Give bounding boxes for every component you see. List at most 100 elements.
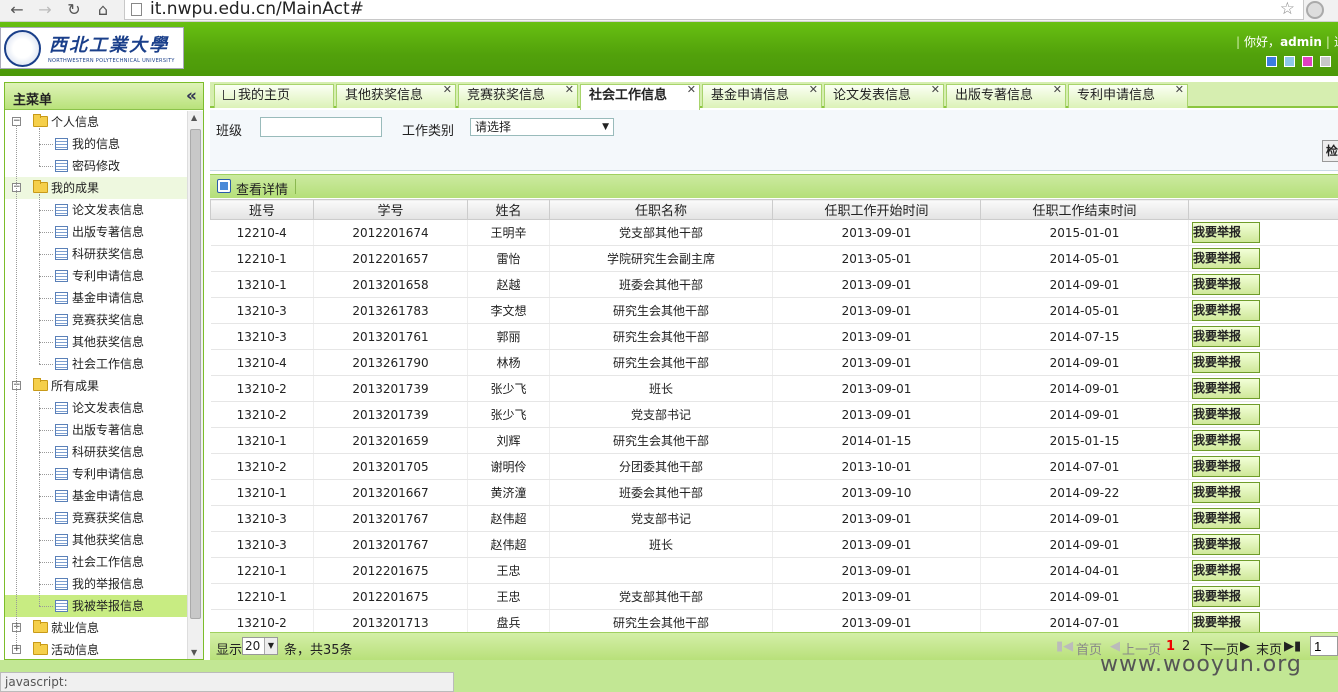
back-icon[interactable]: ← [6, 0, 28, 20]
sidebar-item[interactable]: 出版专著信息 [5, 419, 188, 441]
table-row[interactable]: 13210-2 2013201739 张少飞 党支部书记 2013-09-01 2014-… [210, 401, 1338, 428]
sidebar-group[interactable]: − 我的成果 [5, 177, 188, 199]
report-button[interactable]: 我要举报 [1192, 326, 1260, 347]
report-button[interactable]: 我要举报 [1192, 612, 1260, 632]
url-text[interactable]: it.nwpu.edu.cn/MainAct# [150, 0, 364, 18]
report-button[interactable]: 我要举报 [1192, 456, 1260, 477]
column-header[interactable] [1188, 199, 1338, 220]
scroll-down-icon[interactable]: ▼ [191, 648, 197, 657]
report-button[interactable]: 我要举报 [1192, 560, 1260, 581]
table-row[interactable]: 13210-3 2013261783 李文想 研究生会其他干部 2013-09-01 20… [210, 297, 1338, 324]
table-row[interactable]: 13210-3 2013201761 郭丽 研究生会其他干部 2013-09-01 201… [210, 323, 1338, 350]
sidebar-item[interactable]: 我的举报信息 [5, 573, 188, 595]
table-row[interactable]: 13210-2 2013201705 谢明伶 分团委其他干部 2013-10-01 201… [210, 453, 1338, 480]
globe-icon[interactable] [1306, 1, 1324, 19]
theme-swatch[interactable] [1284, 56, 1295, 67]
tab-3[interactable]: 社会工作信息 ✕ [580, 83, 700, 110]
table-row[interactable]: 13210-1 2013201659 刘辉 研究生会其他干部 2014-01-15 201… [210, 427, 1338, 454]
goto-page-input[interactable] [1310, 636, 1338, 656]
column-header[interactable]: 班号 [210, 199, 314, 220]
theme-swatch[interactable] [1320, 56, 1331, 67]
sidebar-group[interactable]: − 个人信息 [5, 111, 188, 133]
table-row[interactable]: 13210-3 2013201767 赵伟超 班长 2013-09-01 2014-09-… [210, 531, 1338, 558]
report-button[interactable]: 我要举报 [1192, 404, 1260, 425]
tab-1[interactable]: 其他获奖信息 ✕ [336, 83, 456, 108]
tab-5[interactable]: 论文发表信息 ✕ [824, 83, 944, 108]
collapse-sidebar-icon[interactable]: « [186, 86, 197, 106]
scroll-up-icon[interactable]: ▲ [191, 113, 197, 122]
sidebar-item[interactable]: 其他获奖信息 [5, 331, 188, 353]
sidebar-group[interactable]: + 活动信息 [5, 639, 188, 659]
forward-icon[interactable]: → [34, 0, 56, 20]
table-row[interactable]: 13210-1 2013201658 赵越 班委会其他干部 2013-09-01 2014… [210, 271, 1338, 298]
first-page-icon[interactable]: ▮◀ [1056, 639, 1073, 654]
theme-swatch[interactable] [1302, 56, 1313, 67]
tab-0[interactable]: 我的主页 [214, 84, 334, 108]
sidebar-item[interactable]: 科研获奖信息 [5, 441, 188, 463]
view-detail-button[interactable]: 查看详情 [236, 179, 288, 198]
expand-icon[interactable]: + [12, 645, 21, 654]
tab-4[interactable]: 基金申请信息 ✕ [702, 83, 822, 108]
sidebar-item[interactable]: 论文发表信息 [5, 397, 188, 419]
tab-2[interactable]: 竞赛获奖信息 ✕ [458, 83, 578, 108]
sidebar-item[interactable]: 基金申请信息 [5, 287, 188, 309]
table-row[interactable]: 13210-2 2013201739 张少飞 班长 2013-09-01 2014-09-… [210, 375, 1338, 402]
table-row[interactable]: 13210-4 2013261790 林杨 研究生会其他干部 2013-09-01 201… [210, 349, 1338, 376]
sidebar-scrollbar[interactable]: ▲ ▼ [187, 111, 203, 659]
report-button[interactable]: 我要举报 [1192, 248, 1260, 269]
close-icon[interactable]: ✕ [1053, 79, 1062, 101]
home-icon[interactable]: ⌂ [92, 0, 114, 20]
close-icon[interactable]: ✕ [931, 79, 940, 101]
report-button[interactable]: 我要举报 [1192, 222, 1260, 243]
reload-icon[interactable]: ↻ [63, 0, 85, 20]
report-button[interactable]: 我要举报 [1192, 378, 1260, 399]
table-row[interactable]: 12210-1 2012201657 雷怡 学院研究生会副主席 2013-05-01 20… [210, 245, 1338, 272]
sidebar-item[interactable]: 其他获奖信息 [5, 529, 188, 551]
table-row[interactable]: 13210-1 2013201667 黄济潼 班委会其他干部 2013-09-10 201… [210, 479, 1338, 506]
report-button[interactable]: 我要举报 [1192, 534, 1260, 555]
column-header[interactable]: 任职工作开始时间 [772, 199, 981, 220]
detail-icon[interactable] [217, 179, 231, 193]
close-icon[interactable]: ✕ [687, 79, 696, 101]
scrollbar-thumb[interactable] [190, 129, 201, 619]
column-header[interactable]: 任职工作结束时间 [980, 199, 1189, 220]
page-size-select[interactable]: 20 ▼ [242, 637, 278, 655]
table-row[interactable]: 12210-1 2012201675 王忠 党支部其他干部 2013-09-01 2014… [210, 583, 1338, 610]
table-row[interactable]: 12210-1 2012201675 王忠 2013-09-01 2014-04-01 我… [210, 557, 1338, 584]
class-input[interactable] [260, 117, 382, 137]
sidebar-item[interactable]: 我被举报信息 [5, 595, 188, 617]
tab-7[interactable]: 专利申请信息 ✕ [1068, 83, 1188, 108]
close-icon[interactable]: ✕ [1175, 79, 1184, 101]
report-button[interactable]: 我要举报 [1192, 482, 1260, 503]
sidebar-item[interactable]: 专利申请信息 [5, 265, 188, 287]
sidebar-item[interactable]: 基金申请信息 [5, 485, 188, 507]
sidebar-item[interactable]: 社会工作信息 [5, 551, 188, 573]
sidebar-item[interactable]: 竞赛获奖信息 [5, 309, 188, 331]
sidebar-group[interactable]: + 就业信息 [5, 617, 188, 639]
search-button[interactable]: 检 [1322, 140, 1338, 162]
table-row[interactable]: 13210-3 2013201767 赵伟超 党支部书记 2013-09-01 2014-… [210, 505, 1338, 532]
column-header[interactable]: 任职名称 [549, 199, 773, 220]
table-row[interactable]: 13210-2 2013201713 盘兵 研究生会其他干部 2013-09-01 201… [210, 609, 1338, 632]
report-button[interactable]: 我要举报 [1192, 300, 1260, 321]
sidebar-item[interactable]: 科研获奖信息 [5, 243, 188, 265]
sidebar-item[interactable]: 论文发表信息 [5, 199, 188, 221]
sidebar-item[interactable]: 密码修改 [5, 155, 188, 177]
report-button[interactable]: 我要举报 [1192, 274, 1260, 295]
address-bar[interactable]: it.nwpu.edu.cn/MainAct# ☆ [124, 0, 1304, 20]
sidebar-item[interactable]: 专利申请信息 [5, 463, 188, 485]
sidebar-item[interactable]: 出版专著信息 [5, 221, 188, 243]
sidebar-group[interactable]: − 所有成果 [5, 375, 188, 397]
close-icon[interactable]: ✕ [443, 79, 452, 101]
report-button[interactable]: 我要举报 [1192, 430, 1260, 451]
table-row[interactable]: 12210-4 2012201674 王明辛 党支部其他干部 2013-09-01 201… [210, 219, 1338, 246]
close-icon[interactable]: ✕ [565, 79, 574, 101]
sidebar-item[interactable]: 社会工作信息 [5, 353, 188, 375]
logout-link[interactable]: 退 [1334, 35, 1338, 49]
first-page-link[interactable]: 首页 [1076, 639, 1102, 658]
worktype-select[interactable]: 请选择 ▼ [470, 118, 614, 136]
close-icon[interactable]: ✕ [809, 79, 818, 101]
column-header[interactable]: 姓名 [467, 199, 550, 220]
sidebar-item[interactable]: 我的信息 [5, 133, 188, 155]
column-header[interactable]: 学号 [313, 199, 468, 220]
